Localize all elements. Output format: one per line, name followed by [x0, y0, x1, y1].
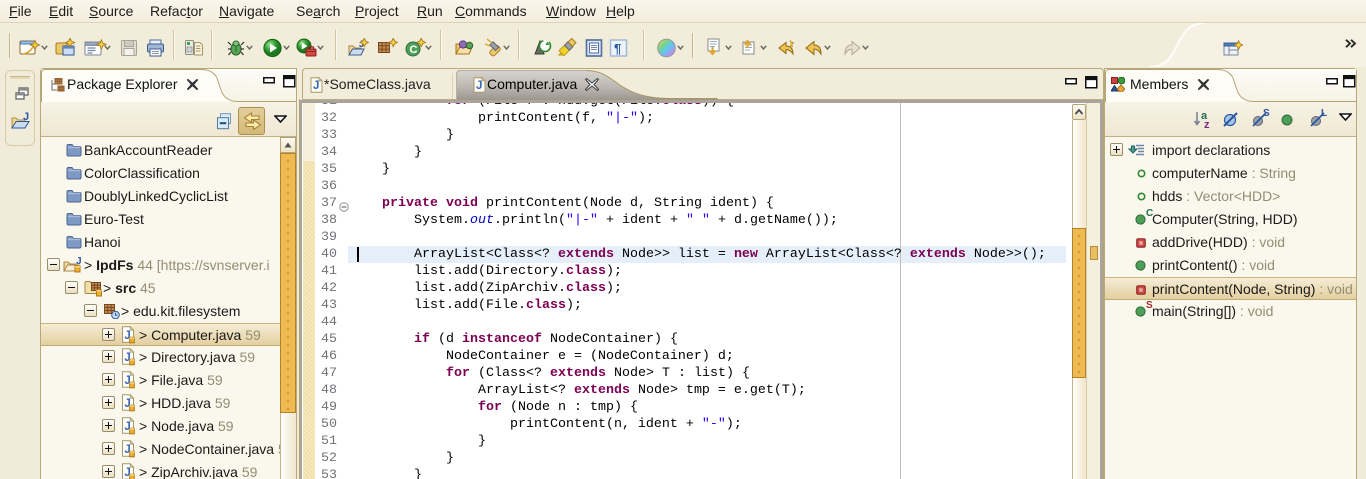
svg-text:z: z: [1204, 119, 1210, 130]
svg-text:¶: ¶: [614, 41, 621, 56]
svg-text:C: C: [410, 44, 418, 56]
svg-text:J: J: [23, 112, 29, 123]
